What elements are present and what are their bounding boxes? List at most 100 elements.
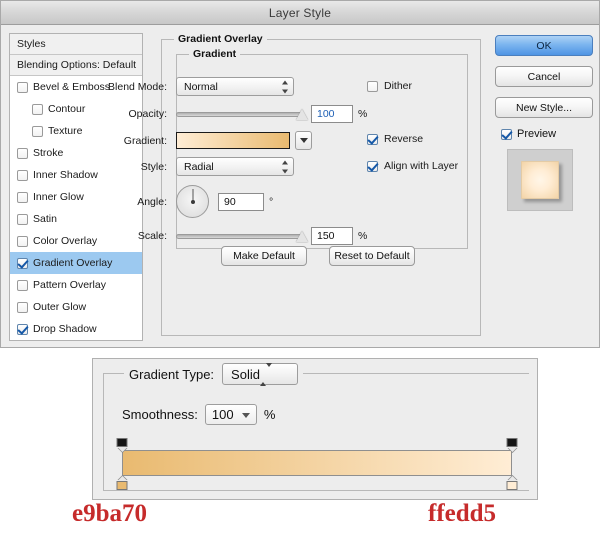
smoothness-row: Smoothness: 100 %	[122, 404, 275, 425]
cancel-button[interactable]: Cancel	[495, 66, 593, 87]
scale-slider-knob[interactable]	[296, 231, 308, 242]
color-stop-swatch	[506, 481, 518, 490]
styles-panel-header[interactable]: Styles	[10, 34, 142, 55]
align-with-layer-row[interactable]: Align with Layer	[367, 160, 458, 172]
scale-row: Scale: 150 %	[95, 227, 385, 245]
scale-slider[interactable]	[176, 228, 308, 244]
defaults-button-row: Make Default Reset to Default	[221, 246, 415, 266]
sidebar-item-label: Stroke	[33, 147, 64, 159]
opacity-value: 100	[317, 108, 335, 120]
preview-thumbnail	[507, 149, 573, 211]
gradient-label: Gradient:	[123, 134, 167, 147]
sidebar-item-label: Color Overlay	[33, 235, 98, 247]
gradient-preset-dropdown[interactable]	[295, 131, 312, 150]
effect-checkbox[interactable]	[17, 301, 28, 313]
smoothness-unit: %	[263, 407, 276, 422]
gradient-bar-area	[116, 438, 518, 490]
sidebar-item-label: Satin	[33, 213, 57, 225]
chevron-updown-icon	[281, 80, 288, 93]
angle-input[interactable]: 90	[218, 192, 264, 211]
dialog-actions: OK Cancel New Style... Preview	[495, 35, 593, 211]
smoothness-value: 100	[211, 407, 234, 422]
scale-label: Scale:	[137, 230, 167, 242]
scale-input[interactable]: 150	[311, 227, 353, 245]
gradient-subgroup-title: Gradient	[189, 48, 241, 60]
angle-row: Angle: 90 °	[95, 185, 335, 218]
dialog-titlebar[interactable]: Layer Style	[1, 1, 599, 25]
effect-checkbox[interactable]	[32, 125, 43, 137]
reset-to-default-button[interactable]: Reset to Default	[329, 246, 415, 266]
effect-checkbox[interactable]	[17, 147, 28, 159]
effect-checkbox[interactable]	[17, 279, 28, 291]
make-default-button[interactable]: Make Default	[221, 246, 307, 266]
opacity-stop-marker[interactable]	[116, 438, 128, 452]
reverse-row[interactable]: Reverse	[367, 133, 423, 145]
effect-checkbox[interactable]	[32, 103, 43, 115]
sidebar-item-blending-options[interactable]: Blending Options: Default	[10, 55, 142, 76]
chevron-down-icon	[241, 413, 250, 418]
opacity-stop-pointer	[117, 447, 127, 452]
scale-unit: %	[358, 230, 368, 242]
preview-swatch	[521, 161, 559, 199]
layer-style-dialog: Layer Style Styles Blending Options: Def…	[0, 0, 600, 348]
left-stop-hex-annotation: e9ba70	[72, 500, 147, 527]
effect-checkbox[interactable]	[17, 257, 28, 269]
preview-label: Preview	[517, 128, 557, 140]
opacity-slider-knob[interactable]	[296, 109, 308, 120]
effect-checkbox[interactable]	[17, 235, 28, 247]
opacity-input[interactable]: 100	[311, 105, 353, 123]
preview-checkbox[interactable]	[501, 128, 512, 140]
sidebar-item-label: Drop Shadow	[33, 323, 97, 335]
style-label: Style:	[140, 160, 167, 173]
angle-label: Angle:	[137, 195, 167, 208]
chevron-updown-icon	[259, 362, 272, 386]
opacity-stop-swatch	[506, 438, 518, 447]
sidebar-item-label: Gradient Overlay	[33, 257, 113, 269]
scale-value: 150	[317, 230, 335, 242]
color-stop-pointer	[117, 476, 127, 481]
angle-dial[interactable]	[176, 185, 209, 218]
gradient-preview-bar[interactable]	[122, 450, 512, 476]
opacity-slider[interactable]	[176, 106, 308, 122]
effect-checkbox[interactable]	[17, 323, 28, 335]
new-style-button[interactable]: New Style...	[495, 97, 593, 118]
sidebar-item-label: Texture	[48, 125, 83, 137]
sidebar-item-pattern-overlay[interactable]: Pattern Overlay	[10, 274, 142, 296]
smoothness-select[interactable]: 100	[204, 404, 257, 425]
gradient-type-select[interactable]: Solid	[222, 362, 299, 386]
sidebar-item-label: Outer Glow	[33, 301, 87, 313]
opacity-stop-swatch	[116, 438, 128, 447]
style-select[interactable]: Radial	[176, 157, 294, 176]
effect-checkbox[interactable]	[17, 81, 28, 93]
gradient-row: Gradient:	[95, 131, 385, 150]
ok-button[interactable]: OK	[495, 35, 593, 56]
opacity-row: Opacity: 100 %	[95, 105, 385, 123]
align-with-layer-checkbox[interactable]	[367, 160, 378, 172]
dither-checkbox[interactable]	[367, 80, 378, 92]
gradient-editor-group: Gradient Type: Solid Smoothness: 100 %	[103, 362, 529, 491]
preview-row[interactable]: Preview	[501, 128, 593, 140]
angle-dial-hub	[190, 199, 195, 204]
effect-checkbox[interactable]	[17, 191, 28, 203]
sidebar-item-gradient-overlay[interactable]: Gradient Overlay	[10, 252, 142, 274]
blend-mode-select[interactable]: Normal	[176, 77, 294, 96]
color-stop-marker[interactable]	[116, 476, 128, 492]
sidebar-item-outer-glow[interactable]: Outer Glow	[10, 296, 142, 318]
gradient-swatch[interactable]	[176, 132, 290, 149]
color-stop-marker[interactable]	[506, 476, 518, 492]
right-stop-hex-annotation: ffedd5	[428, 500, 497, 527]
opacity-slider-track	[176, 112, 302, 117]
opacity-stop-marker[interactable]	[506, 438, 518, 452]
color-stop-pointer	[507, 476, 517, 481]
smoothness-label: Smoothness:	[122, 407, 198, 422]
screenshot-root: Layer Style Styles Blending Options: Def…	[0, 0, 600, 551]
opacity-stop-pointer	[507, 447, 517, 452]
blend-mode-label: Blend Mode:	[108, 80, 167, 93]
effect-checkbox[interactable]	[17, 213, 28, 225]
opacity-unit: %	[358, 108, 368, 120]
dither-row[interactable]: Dither	[367, 80, 412, 92]
sidebar-item-drop-shadow[interactable]: Drop Shadow	[10, 318, 142, 340]
effect-checkbox[interactable]	[17, 169, 28, 181]
reverse-checkbox[interactable]	[367, 133, 378, 145]
color-stop-swatch	[116, 481, 128, 490]
